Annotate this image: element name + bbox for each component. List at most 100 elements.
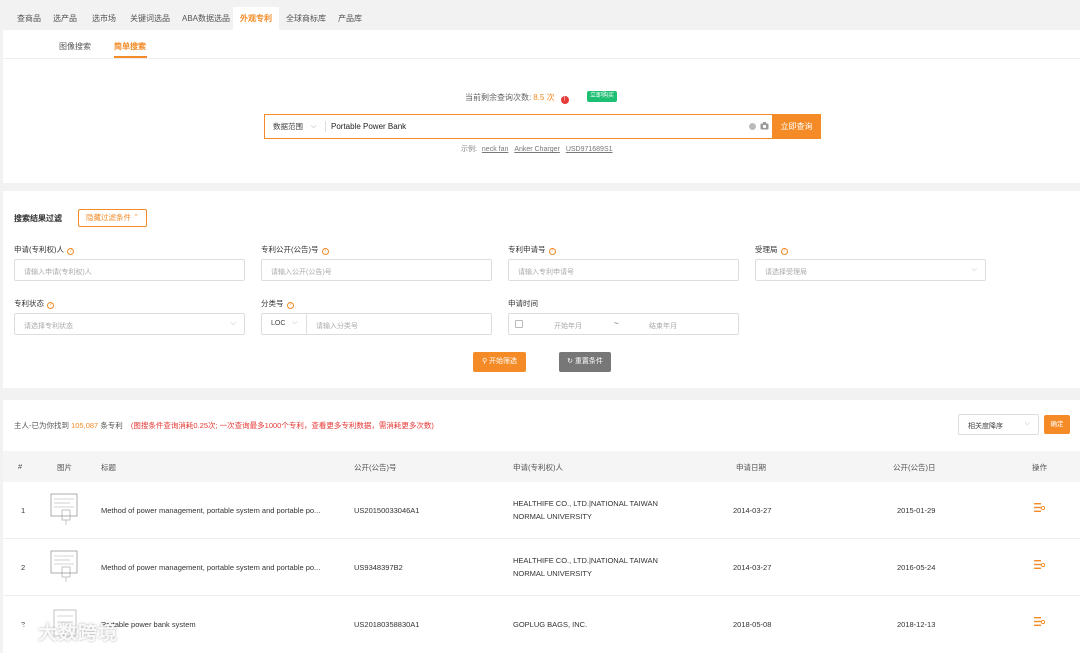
reset-button[interactable]: ↻ 重置条件 bbox=[559, 352, 611, 372]
tab-keyword-selection[interactable]: 关键词选品 bbox=[123, 7, 177, 30]
refresh-icon: ↻ bbox=[567, 358, 575, 365]
status-select[interactable]: 请选择专利状态 ⌵ bbox=[14, 313, 245, 335]
tab-design-patent[interactable]: 外观专利 bbox=[233, 7, 279, 30]
row-pub-date: 2018-12-13 bbox=[897, 620, 936, 629]
clear-icon[interactable] bbox=[749, 123, 756, 130]
row-pub-date: 2015-01-29 bbox=[897, 506, 936, 515]
example-link[interactable]: Anker Charger bbox=[514, 146, 560, 153]
search-button[interactable]: 立即查询 bbox=[772, 114, 821, 139]
confirm-button[interactable]: 确定 bbox=[1044, 415, 1070, 434]
start-filter-button[interactable]: ⚲ 开始筛选 bbox=[473, 352, 526, 372]
summary-prefix: 主人-已为你找到 bbox=[14, 421, 69, 430]
filter-icon: ⚲ bbox=[481, 358, 490, 365]
office-label: 受理局? bbox=[755, 244, 788, 255]
chevron-down-icon: ⌵ bbox=[971, 266, 977, 273]
buy-now-button[interactable]: 立即购买 bbox=[587, 91, 618, 102]
row-applicant: HEALTHIFE CO., LTD.|NATIONAL TAIWAN bbox=[513, 499, 658, 508]
sub-tabs: 图像搜索 简单搜索 bbox=[3, 30, 1080, 59]
tab-aba-data[interactable]: ABA数据选品 bbox=[175, 7, 237, 30]
detail-icon[interactable] bbox=[1034, 560, 1045, 569]
help-icon: ? bbox=[321, 248, 329, 255]
row-index: 1 bbox=[21, 506, 26, 515]
alert-icon: ! bbox=[560, 96, 569, 104]
row-applicant: GOPLUG BAGS, INC. bbox=[513, 620, 588, 629]
help-icon: ? bbox=[548, 248, 556, 255]
data-scope-label: 数据范围 bbox=[273, 122, 303, 131]
help-icon: ? bbox=[780, 248, 788, 255]
active-tab-indicator bbox=[114, 56, 147, 58]
row-pub-date: 2016-05-24 bbox=[897, 563, 936, 572]
row-applicant: HEALTHIFE CO., LTD.|NATIONAL TAIWAN bbox=[513, 556, 658, 565]
class-no-placeholder[interactable]: 请输入分类号 bbox=[316, 321, 358, 331]
row-app-date: 2014-03-27 bbox=[733, 563, 772, 572]
app-time-range[interactable]: 开始年月 ~ 结束年月 bbox=[508, 313, 739, 335]
row-app-date: 2018-05-08 bbox=[733, 620, 772, 629]
chevron-down-icon: ⌵ bbox=[292, 319, 298, 326]
chevron-up-icon: ⌃ bbox=[133, 214, 139, 221]
search-input[interactable] bbox=[331, 118, 731, 135]
class-type-select[interactable]: LOC ⌵ bbox=[262, 314, 307, 334]
usage-note: (图搜条件查询消耗0.25次; 一次查询最多1000个专利，查看更多专利数据，需… bbox=[130, 421, 434, 430]
col-applicant: 申请(专利权)人 bbox=[513, 463, 563, 472]
watermark-logo-icon bbox=[8, 623, 34, 641]
tab-image-search[interactable]: 图像搜索 bbox=[59, 41, 91, 52]
end-month[interactable]: 结束年月 bbox=[649, 321, 677, 331]
tab-simple-search[interactable]: 简单搜索 bbox=[114, 41, 146, 52]
chevron-down-icon: ⌵ bbox=[311, 123, 317, 130]
table-row[interactable]: 2 Method of power management, portable s… bbox=[3, 539, 1080, 596]
col-app-date: 申请日期 bbox=[736, 463, 766, 472]
range-separator: ~ bbox=[614, 319, 619, 328]
row-pub-no: US9348397B2 bbox=[354, 563, 403, 572]
class-no-field: LOC ⌵ 请输入分类号 bbox=[261, 313, 492, 335]
chevron-down-icon: ⌵ bbox=[1024, 420, 1030, 427]
sort-select[interactable]: 相关度降序 ⌵ bbox=[958, 414, 1039, 435]
table-row[interactable]: 3 Portable power bank system US201803588… bbox=[3, 596, 1080, 653]
search-examples: 示例: neck fan Anker Charger USD971689S1 bbox=[461, 144, 614, 154]
chevron-down-icon: ⌵ bbox=[230, 320, 236, 327]
search-panel: 图像搜索 简单搜索 当前剩余查询次数:8.5 次! 立即购买 数据范围 ⌵ 立即… bbox=[3, 30, 1080, 183]
watermark-text: 大数跨境 bbox=[38, 623, 119, 644]
example-link[interactable]: USD971689S1 bbox=[566, 146, 613, 153]
applicant-field[interactable]: 请输入申请(专利权)人 bbox=[14, 259, 245, 281]
search-bar: 数据范围 ⌵ 立即查询 bbox=[264, 114, 821, 139]
status-placeholder: 请选择专利状态 bbox=[24, 323, 73, 330]
tab-select-market[interactable]: 选市场 bbox=[85, 7, 123, 30]
tab-global-trademark[interactable]: 全球商标库 bbox=[279, 7, 333, 30]
col-pub-no: 公开(公告)号 bbox=[354, 463, 397, 472]
help-icon: ? bbox=[67, 248, 74, 255]
row-title[interactable]: Method of power management, portable sys… bbox=[101, 563, 320, 572]
summary-suffix: 条专利 bbox=[100, 421, 123, 430]
detail-icon[interactable] bbox=[1034, 503, 1045, 512]
tab-select-product[interactable]: 选产品 bbox=[46, 7, 84, 30]
divider bbox=[325, 121, 326, 132]
table-row[interactable]: 1 Method of power management, portable s… bbox=[3, 482, 1080, 539]
pub-no-field[interactable]: 请输入公开(公告)号 bbox=[261, 259, 492, 281]
tab-check-goods[interactable]: 查商品 bbox=[10, 7, 48, 30]
examples-label: 示例: bbox=[461, 146, 477, 153]
camera-icon[interactable] bbox=[760, 122, 769, 130]
pub-no-placeholder: 请输入公开(公告)号 bbox=[271, 269, 332, 276]
app-no-field[interactable]: 请输入专利申请号 bbox=[508, 259, 739, 281]
app-no-placeholder: 请输入专利申请号 bbox=[518, 269, 574, 276]
detail-icon[interactable] bbox=[1034, 617, 1045, 626]
col-pub-date: 公开(公告)日 bbox=[893, 463, 936, 472]
help-icon: ? bbox=[286, 302, 294, 309]
office-select[interactable]: 请选择受理局 ⌵ bbox=[755, 259, 986, 281]
start-month[interactable]: 开始年月 bbox=[554, 321, 582, 331]
patent-drawing-thumbnail[interactable] bbox=[48, 490, 85, 527]
data-scope-select[interactable]: 数据范围 ⌵ bbox=[265, 115, 325, 138]
result-count: 105,087 bbox=[71, 421, 99, 430]
example-link[interactable]: neck fan bbox=[482, 146, 508, 153]
watermark: 大数跨境 bbox=[8, 618, 118, 648]
row-applicant: NORMAL UNIVERSITY bbox=[513, 512, 592, 521]
patent-drawing-thumbnail[interactable] bbox=[48, 547, 85, 584]
results-panel: 主人-已为你找到 105,087 条专利 (图搜条件查询消耗0.25次; 一次查… bbox=[3, 400, 1080, 653]
row-pub-no: US20150033046A1 bbox=[354, 506, 420, 515]
col-index: # bbox=[18, 462, 23, 471]
class-type-value: LOC bbox=[271, 320, 286, 327]
class-no-label: 分类号? bbox=[261, 298, 294, 309]
tab-product-library[interactable]: 产品库 bbox=[331, 7, 369, 30]
row-title[interactable]: Method of power management, portable sys… bbox=[101, 506, 320, 515]
status-label: 专利状态? bbox=[14, 298, 54, 309]
hide-filters-button[interactable]: 隐藏过滤条件 ⌃ bbox=[78, 209, 147, 227]
